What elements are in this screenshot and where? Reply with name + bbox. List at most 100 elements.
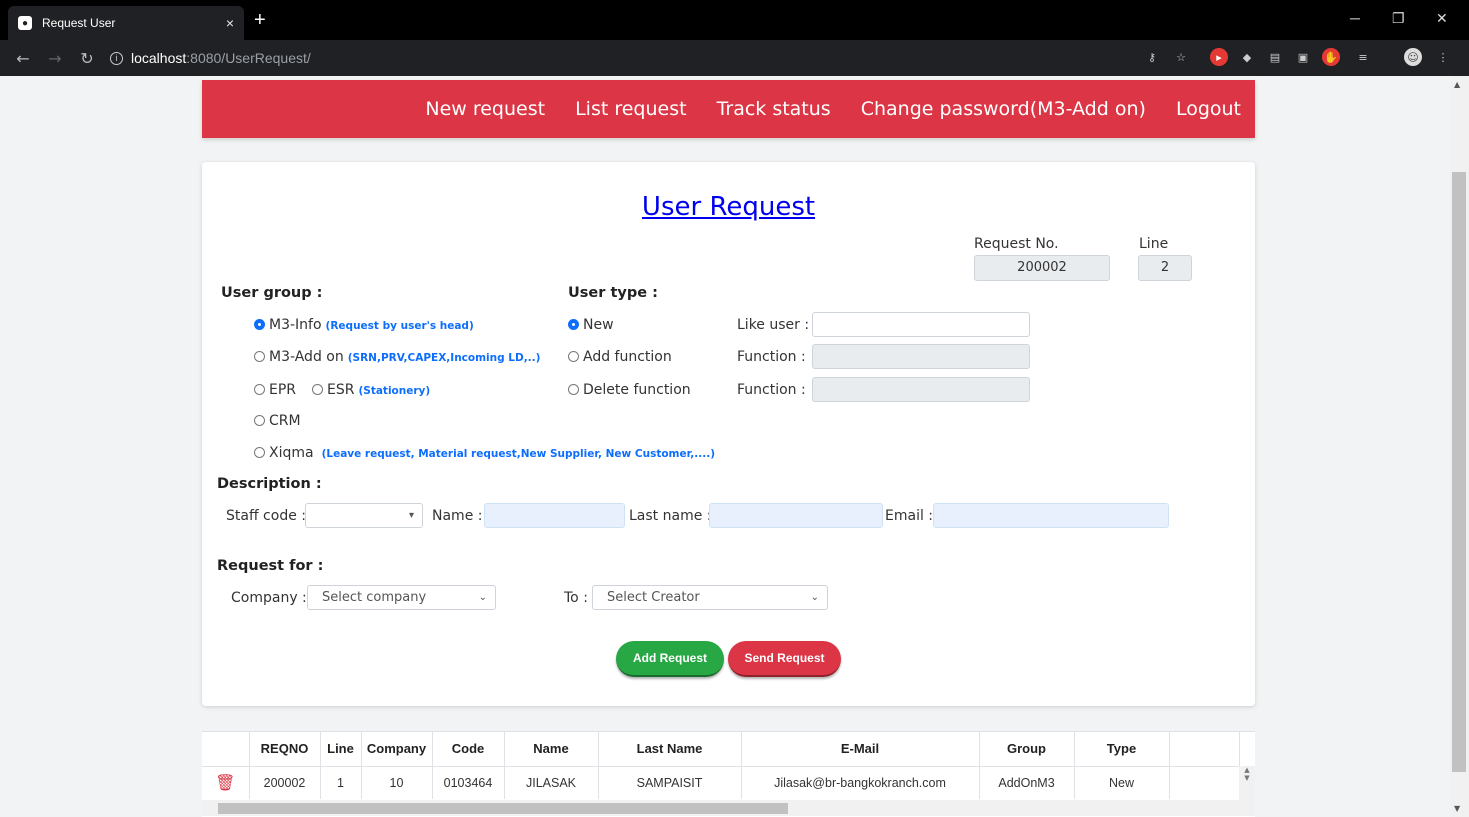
browser-tab[interactable]: ● Request User × <box>8 6 244 40</box>
nav-track-status[interactable]: Track status <box>717 98 831 120</box>
company-label: Company : <box>231 590 307 606</box>
table-header-row: REQNO Line Company Code Name Last Name E… <box>202 732 1240 767</box>
nav-logout[interactable]: Logout <box>1176 98 1241 120</box>
function-label-delete: Function : <box>737 382 806 398</box>
staff-code-select[interactable]: ▾ <box>305 503 423 528</box>
forward-icon[interactable]: → <box>46 49 64 68</box>
header-group: Group <box>979 732 1075 767</box>
m3-addon-label: M3-Add on <box>269 349 344 365</box>
radio-xiqma[interactable] <box>254 447 265 458</box>
radio-crm[interactable] <box>254 415 265 426</box>
site-info-icon[interactable]: i <box>110 51 123 65</box>
nav-list-request[interactable]: List request <box>575 98 686 120</box>
table-vertical-scrollbar[interactable]: ▲ ▼ <box>1239 766 1255 800</box>
page-viewport: New request List request Track status Ch… <box>0 76 1450 817</box>
m3-info-note: (Request by user's head) <box>325 320 474 332</box>
radio-add-function[interactable] <box>568 351 579 362</box>
radio-epr[interactable] <box>254 384 265 395</box>
profile-avatar-icon[interactable]: ☺ <box>1404 48 1422 66</box>
company-select[interactable]: Select company ⌄ <box>307 585 496 610</box>
url-field[interactable]: i localhost:8080/UserRequest/ <box>110 50 311 66</box>
restore-icon[interactable]: ❐ <box>1392 10 1405 27</box>
page-title[interactable]: User Request <box>202 192 1255 222</box>
header-last-name: Last Name <box>598 732 742 767</box>
minimize-icon[interactable]: ─ <box>1350 10 1360 26</box>
trash-icon[interactable]: 🗑 <box>215 775 235 792</box>
extension-window-icon[interactable]: ▤ <box>1266 48 1284 66</box>
radio-delete-function[interactable] <box>568 384 579 395</box>
radio-esr[interactable] <box>312 384 323 395</box>
add-function-label: Add function <box>583 349 672 365</box>
extension-youtube-icon[interactable]: ▸ <box>1210 48 1228 66</box>
creator-select[interactable]: Select Creator ⌄ <box>592 585 828 610</box>
radio-m3-info[interactable] <box>254 319 265 330</box>
send-request-button[interactable]: Send Request <box>728 641 841 677</box>
user-group-m3-info-option[interactable]: M3-Info (Request by user's head) <box>254 317 474 333</box>
email-input[interactable] <box>933 503 1169 528</box>
cell-code: 0103464 <box>432 766 505 799</box>
delete-row-cell: 🗑 <box>202 766 250 799</box>
user-group-crm-option[interactable]: CRM <box>254 413 301 429</box>
m3-info-label: M3-Info <box>269 317 322 333</box>
user-group-m3-addon-option[interactable]: M3-Add on (SRN,PRV,CAPEX,Incoming LD,..) <box>254 349 540 365</box>
page-scroll-thumb[interactable] <box>1452 172 1466 772</box>
user-type-label: User type : <box>568 285 658 301</box>
cell-type: New <box>1074 766 1170 799</box>
top-navbar: New request List request Track status Ch… <box>202 80 1255 138</box>
nav-change-password[interactable]: Change password(M3-Add on) <box>861 98 1146 120</box>
table-scroll-thumb[interactable] <box>218 803 788 814</box>
user-type-add-function-option[interactable]: Add function <box>568 349 672 365</box>
request-table-container: REQNO Line Company Code Name Last Name E… <box>202 731 1255 817</box>
extension-cube-icon[interactable]: ◆ <box>1238 48 1256 66</box>
page-vertical-scrollbar[interactable]: ▲ ▼ <box>1450 76 1469 817</box>
extension-stop-icon[interactable]: ✋ <box>1322 48 1340 66</box>
add-function-input[interactable] <box>812 344 1030 369</box>
function-label-add: Function : <box>737 349 806 365</box>
delete-function-input[interactable] <box>812 377 1030 402</box>
add-request-button[interactable]: Add Request <box>616 641 724 677</box>
extension-chat-icon[interactable]: ▣ <box>1294 48 1312 66</box>
key-icon[interactable]: ⚷ <box>1143 48 1161 66</box>
xiqma-note: (Leave request, Material request,New Sup… <box>321 448 716 460</box>
scroll-down-arrow[interactable]: ▼ <box>1454 804 1460 813</box>
last-name-input[interactable] <box>709 503 883 528</box>
user-group-xiqma-option[interactable]: Xiqma (Leave request, Material request,Ne… <box>254 445 715 461</box>
chevron-down-icon: ⌄ <box>810 592 819 603</box>
esr-note: (Stationery) <box>358 385 431 397</box>
request-no-label: Request No. <box>974 236 1059 252</box>
cell-name: JILASAK <box>504 766 599 799</box>
description-label: Description : <box>217 476 322 492</box>
name-input[interactable] <box>484 503 625 528</box>
page-favicon-icon: ● <box>18 16 32 30</box>
creator-select-value: Select Creator <box>607 590 700 605</box>
browser-menu-icon[interactable]: ⋮ <box>1434 48 1452 66</box>
header-line: Line <box>320 732 362 767</box>
name-label: Name : <box>432 508 483 524</box>
close-window-icon[interactable]: ✕ <box>1436 10 1448 27</box>
header-reqno: REQNO <box>249 732 321 767</box>
back-icon[interactable]: ← <box>14 49 32 68</box>
cell-group: AddOnM3 <box>979 766 1075 799</box>
epr-label: EPR <box>269 382 297 398</box>
radio-new[interactable] <box>568 319 579 330</box>
scroll-up-arrow[interactable]: ▲ <box>1454 80 1460 89</box>
header-company: Company <box>361 732 433 767</box>
like-user-input[interactable] <box>812 312 1030 337</box>
header-name: Name <box>504 732 599 767</box>
cell-reqno: 200002 <box>249 766 321 799</box>
new-tab-button[interactable]: + <box>254 10 266 30</box>
reload-icon[interactable]: ↻ <box>78 49 96 68</box>
user-type-delete-function-option[interactable]: Delete function <box>568 382 691 398</box>
bookmark-star-icon[interactable]: ☆ <box>1172 48 1190 66</box>
reading-list-icon[interactable]: ≡ <box>1354 48 1372 66</box>
user-group-epr-option[interactable]: EPR <box>254 382 296 398</box>
tab-title: Request User <box>42 16 116 30</box>
browser-tab-bar: ● Request User × + ─ ❐ ✕ <box>0 0 1469 40</box>
tab-close-icon[interactable]: × <box>226 15 234 31</box>
radio-m3-addon[interactable] <box>254 351 265 362</box>
nav-new-request[interactable]: New request <box>425 98 545 120</box>
user-group-esr-option[interactable]: ESR (Stationery) <box>312 382 430 398</box>
url-path: :8080/UserRequest/ <box>186 50 311 66</box>
user-type-new-option[interactable]: New <box>568 317 614 333</box>
table-horizontal-scrollbar[interactable] <box>202 800 1255 816</box>
